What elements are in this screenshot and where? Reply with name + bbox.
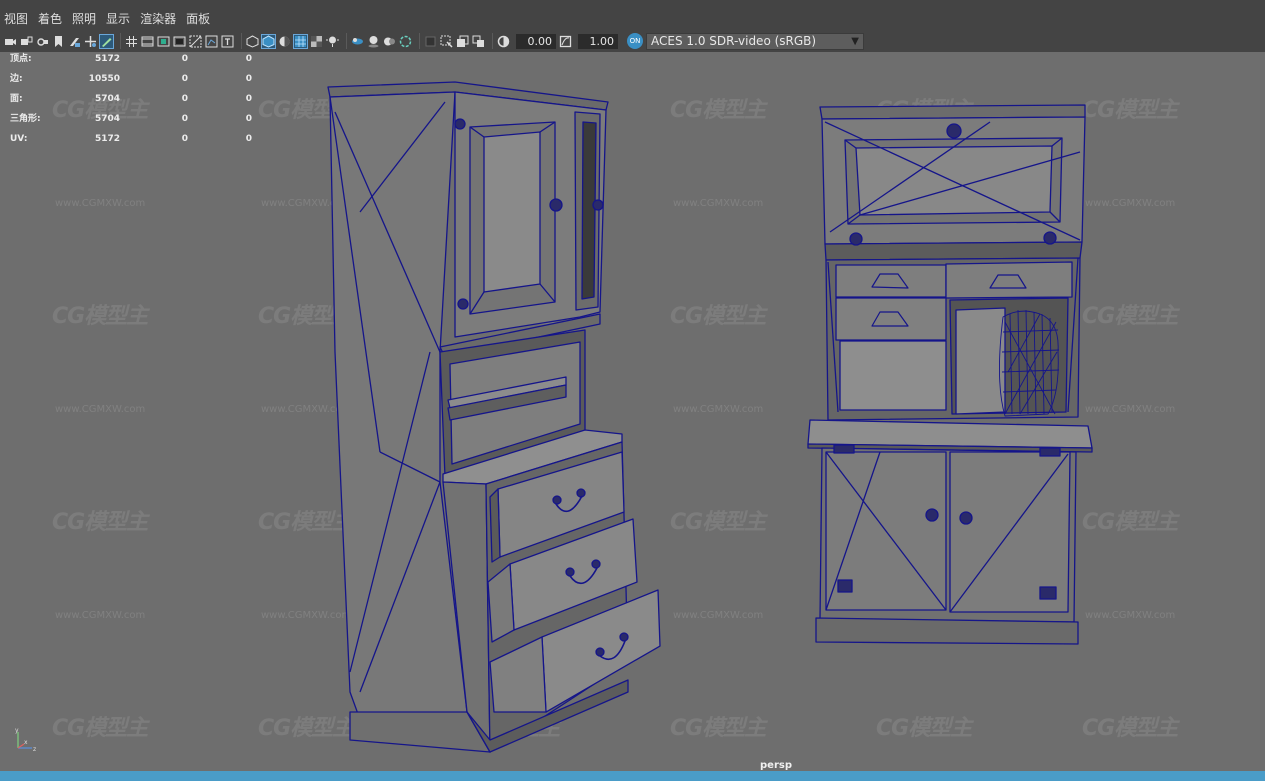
camera-attributes-icon[interactable] — [36, 35, 49, 48]
grid-icon[interactable] — [125, 35, 138, 48]
safe-action-icon[interactable] — [205, 35, 218, 48]
menu-view[interactable]: 视图 — [0, 8, 34, 30]
wireframe-on-shaded-icon[interactable] — [278, 35, 291, 48]
camera-name-label: persp — [760, 760, 792, 771]
grease-pencil-icon[interactable] — [99, 33, 114, 49]
view-transform-dropdown[interactable]: ACES 1.0 SDR-video (sRGB) ▼ — [646, 32, 864, 50]
wireframe-icon[interactable] — [246, 34, 259, 48]
camera-lock-icon[interactable] — [20, 35, 33, 48]
hud-row-faces: 面: 5704 0 0 — [10, 94, 252, 104]
hud-row-triangles: 三角形: 5704 0 0 — [10, 114, 252, 124]
3d-viewport[interactable]: CG模型主 www.CGMXW.com CG模型主 www.CGMXW.com CG模型… — [0, 52, 1265, 771]
xray-icon[interactable] — [440, 35, 453, 48]
panel-toolbar: 0.00 1.00 ON ACES 1.0 SDR-video (sRGB) ▼ — [0, 30, 1265, 52]
chevron-down-icon: ▼ — [851, 35, 859, 47]
depth-of-field-icon[interactable] — [399, 35, 412, 48]
textured-icon[interactable] — [293, 33, 308, 49]
toolbar-separator — [419, 33, 420, 49]
hud-row-edges: 边: 10550 0 0 — [10, 74, 252, 84]
view-axis-gizmo: y z x — [15, 727, 36, 753]
right-secretary-model — [807, 104, 1093, 645]
gamma-field[interactable]: 1.00 — [578, 33, 618, 49]
toolbar-separator — [241, 33, 242, 49]
pan-zoom-icon[interactable] — [84, 35, 97, 48]
bookmark-icon[interactable] — [52, 35, 65, 48]
menu-panels[interactable]: 面板 — [182, 8, 216, 30]
motion-blur-icon[interactable] — [367, 35, 380, 48]
safe-title-icon[interactable] — [221, 35, 234, 48]
film-gate-icon[interactable] — [141, 35, 154, 48]
toolbar-separator — [120, 33, 121, 49]
image-plane-icon[interactable] — [68, 35, 81, 48]
panel-bottom-bar — [0, 771, 1265, 781]
isolate-select-icon[interactable] — [424, 35, 437, 48]
gate-mask-icon[interactable] — [173, 35, 186, 48]
scene-geometry[interactable] — [0, 52, 1265, 771]
axis-y-label: y — [15, 727, 19, 734]
menu-renderer[interactable]: 渲染器 — [136, 8, 182, 30]
view-transform-value: ACES 1.0 SDR-video (sRGB) — [651, 34, 817, 48]
use-lights-icon[interactable] — [310, 35, 323, 48]
screen-space-ao-icon[interactable] — [351, 35, 364, 48]
exposure-icon[interactable] — [497, 35, 510, 48]
resolution-gate-icon[interactable] — [157, 35, 170, 48]
menu-shading[interactable]: 着色 — [34, 8, 68, 30]
multisample-aa-icon[interactable] — [383, 35, 396, 48]
gamma-icon[interactable] — [559, 35, 572, 48]
color-management-toggle[interactable]: ON — [627, 33, 643, 49]
left-hutch-model — [327, 81, 661, 753]
hud-row-uvs: UV: 5172 0 0 — [10, 134, 252, 144]
panel-menubar: 视图 着色 照明 显示 渲染器 面板 — [0, 8, 1265, 30]
poly-count-hud: 顶点: 5172 0 0 边: 10550 0 0 面: 5704 0 0 三角… — [8, 52, 268, 152]
xray-components-icon[interactable] — [472, 35, 485, 48]
shadows-icon[interactable] — [326, 35, 339, 48]
toolbar-separator — [492, 33, 493, 49]
hud-row-vertices: 顶点: 5172 0 0 — [10, 54, 252, 64]
toolbar-icon-groups — [4, 33, 497, 49]
axis-x-label: x — [24, 739, 28, 746]
menu-show[interactable]: 显示 — [102, 8, 136, 30]
title-strip — [0, 0, 1265, 8]
toolbar-separator — [346, 33, 347, 49]
xray-joints-icon[interactable] — [456, 35, 469, 48]
camera-select-icon[interactable] — [4, 35, 17, 48]
axis-z-label: z — [33, 746, 36, 753]
smooth-shade-icon[interactable] — [261, 33, 276, 49]
exposure-field[interactable]: 0.00 — [516, 33, 556, 49]
menu-lighting[interactable]: 照明 — [68, 8, 102, 30]
field-chart-icon[interactable] — [189, 35, 202, 48]
